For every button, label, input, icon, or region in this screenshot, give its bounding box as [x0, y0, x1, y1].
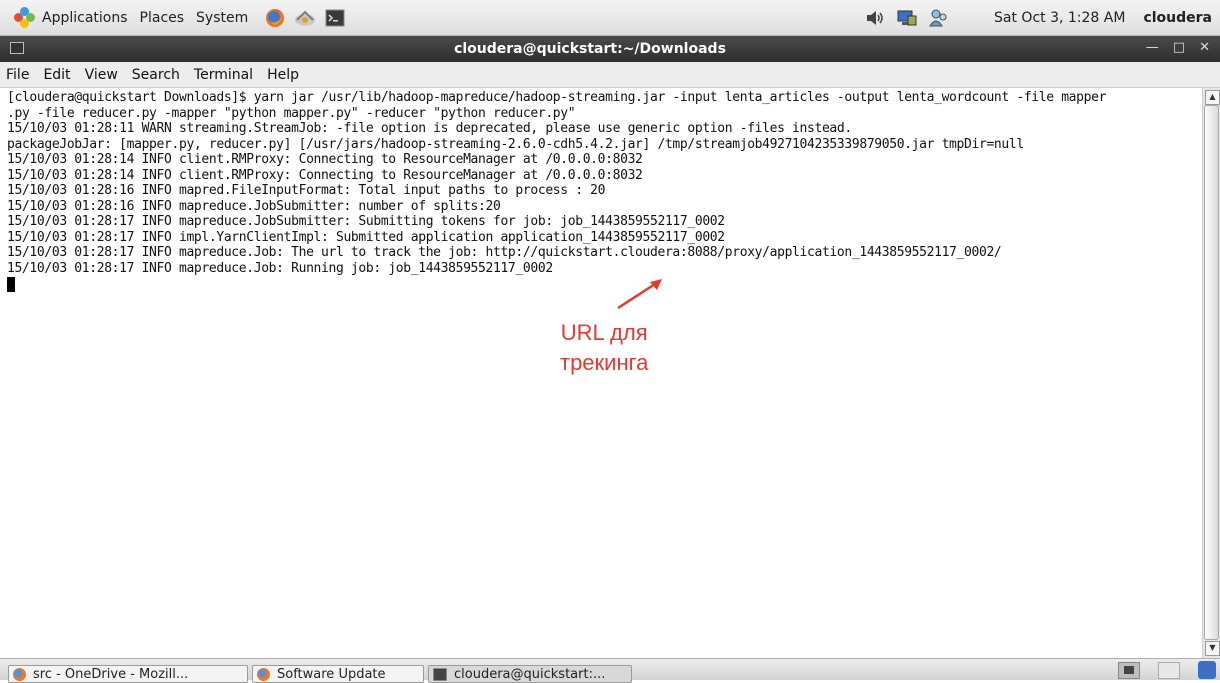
menu-help[interactable]: Help [267, 67, 299, 83]
annotation-arrow-icon [617, 279, 662, 310]
terminal-line: 15/10/03 01:28:17 INFO impl.YarnClientIm… [7, 229, 725, 245]
network-icon[interactable] [896, 8, 918, 28]
close-icon[interactable]: ✕ [1199, 40, 1210, 55]
terminal-launcher-icon[interactable] [324, 8, 346, 28]
menu-edit[interactable]: Edit [43, 67, 70, 83]
task-firefox[interactable]: src - OneDrive - Mozill... [8, 665, 248, 683]
user-switch-icon[interactable] [928, 8, 950, 28]
top-panel: Applications Places System Sat Oct 3, 1:… [0, 0, 1220, 36]
terminal-line: packageJobJar: [mapper.py, reducer.py] [… [7, 136, 1024, 152]
terminal-line: 15/10/03 01:28:16 INFO mapreduce.JobSubm… [7, 198, 501, 214]
annotation-label: URL для трекинга [560, 318, 648, 378]
panel-menus: Applications Places System [0, 6, 350, 29]
scroll-up-arrow-icon[interactable]: ▲ [1205, 90, 1220, 105]
task-terminal[interactable]: cloudera@quickstart:... [428, 665, 632, 683]
workspace-1[interactable] [1118, 662, 1140, 679]
annotation-line-1: URL для [560, 320, 648, 345]
gnome-foot-icon[interactable] [14, 6, 36, 29]
volume-icon[interactable] [864, 8, 886, 28]
terminal-line: 15/10/03 01:28:14 INFO client.RMProxy: C… [7, 167, 643, 183]
trash-icon[interactable] [1198, 661, 1216, 679]
maximize-icon[interactable]: □ [1173, 40, 1185, 55]
firefox-icon [13, 667, 26, 681]
window-controls: — □ ✕ [1146, 40, 1210, 55]
window-title: cloudera@quickstart:~/Downloads [454, 41, 726, 57]
menu-view[interactable]: View [85, 67, 118, 83]
firefox-icon [257, 667, 270, 681]
menu-search[interactable]: Search [132, 67, 180, 83]
terminal-cursor [7, 277, 15, 292]
firefox-launcher-icon[interactable] [264, 8, 286, 28]
task-label: Software Update [277, 666, 386, 682]
task-software-update[interactable]: Software Update [252, 665, 424, 683]
menu-system[interactable]: System [196, 10, 248, 26]
terminal-line: 15/10/03 01:28:17 INFO mapreduce.JobSubm… [7, 214, 725, 229]
menu-places[interactable]: Places [140, 10, 185, 26]
annotation-line-2: трекинга [560, 350, 649, 375]
terminal-line: 15/10/03 01:28:14 INFO client.RMProxy: C… [7, 152, 643, 167]
menu-applications[interactable]: Applications [42, 10, 128, 26]
task-label: src - OneDrive - Mozill... [33, 666, 189, 682]
terminal-icon [433, 667, 447, 681]
scroll-down-arrow-icon[interactable]: ▼ [1205, 641, 1220, 656]
terminal-menubar: File Edit View Search Terminal Help [0, 62, 1220, 88]
bottom-taskbar: src - OneDrive - Mozill... Software Upda… [0, 658, 1220, 683]
panel-user[interactable]: cloudera [1143, 10, 1212, 26]
terminal-line: [cloudera@quickstart Downloads]$ yarn ja… [7, 90, 1107, 105]
window-titlebar[interactable]: cloudera@quickstart:~/Downloads — □ ✕ [0, 36, 1220, 62]
panel-right: Sat Oct 3, 1:28 AM cloudera [854, 8, 1220, 28]
terminal-scrollbar[interactable]: ▲ ▼ [1202, 88, 1220, 658]
menu-file[interactable]: File [6, 67, 29, 83]
menu-terminal[interactable]: Terminal [194, 67, 253, 83]
terminal-line: .py -file reducer.py -mapper "python map… [7, 105, 576, 121]
mail-launcher-icon[interactable] [294, 8, 316, 28]
task-label: cloudera@quickstart:... [454, 666, 606, 682]
workspace-2[interactable] [1158, 662, 1180, 679]
panel-clock[interactable]: Sat Oct 3, 1:28 AM [994, 10, 1125, 26]
terminal-line: 15/10/03 01:28:11 WARN streaming.StreamJ… [7, 121, 852, 136]
terminal-line: 15/10/03 01:28:17 INFO mapreduce.Job: Ru… [7, 260, 553, 276]
scroll-thumb[interactable] [1204, 105, 1219, 640]
terminal-line: 15/10/03 01:28:16 INFO mapred.FileInputF… [7, 183, 606, 198]
terminal-line: 15/10/03 01:28:17 INFO mapreduce.Job: Th… [7, 245, 1002, 260]
minimize-icon[interactable]: — [1146, 40, 1159, 55]
